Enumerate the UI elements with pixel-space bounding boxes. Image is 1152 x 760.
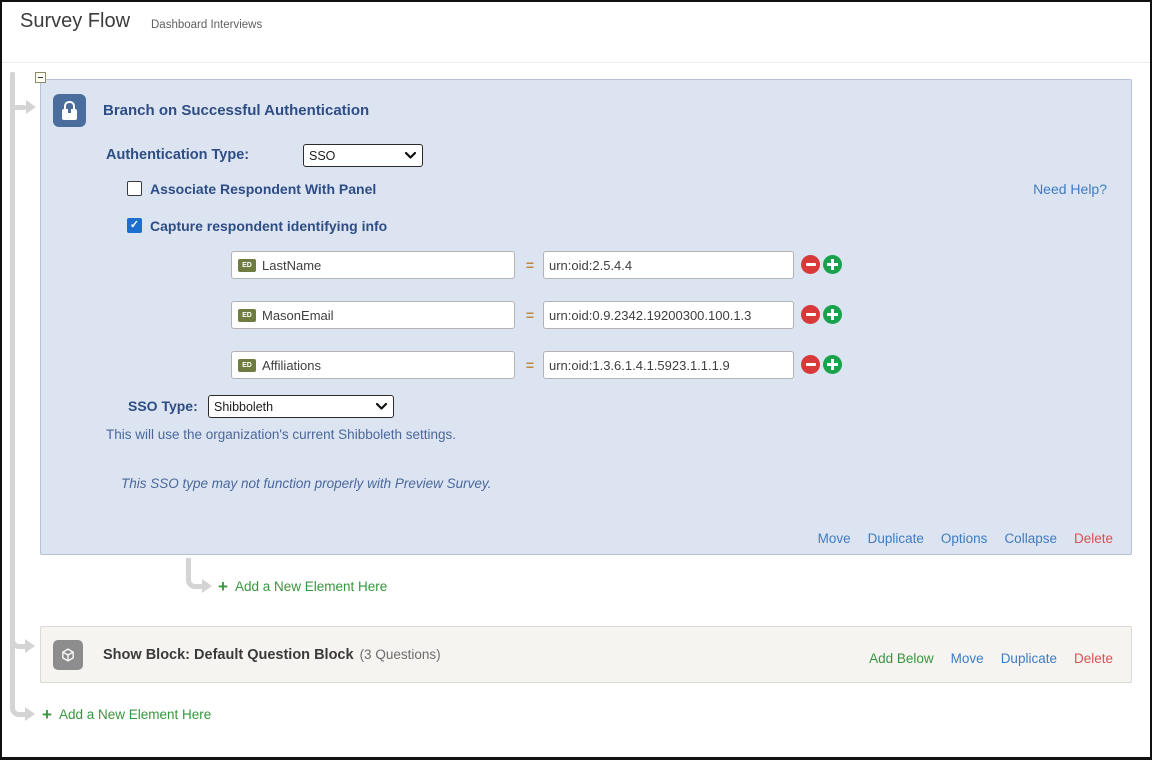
branch-element-panel: Branch on Successful Authentication Auth… <box>40 79 1132 555</box>
chevron-down-icon <box>405 152 416 159</box>
need-help-link[interactable]: Need Help? <box>1033 181 1107 197</box>
survey-flow-page: Survey Flow Dashboard Interviews Branch … <box>0 0 1152 760</box>
field-name-input[interactable]: ED Affiliations <box>231 351 515 379</box>
breadcrumb: Dashboard Interviews <box>151 19 262 31</box>
plus-icon <box>827 259 838 270</box>
authentication-type-label: Authentication Type: <box>106 147 249 163</box>
branch-collapse-toggle-icon[interactable] <box>35 72 46 83</box>
plus-icon: + <box>42 706 52 723</box>
inner-add-arrow-icon <box>202 579 212 593</box>
move-link[interactable]: Move <box>951 651 984 666</box>
show-block-question-count: (3 Questions) <box>360 647 441 662</box>
block-cube-icon <box>53 640 83 670</box>
lock-icon <box>53 94 86 127</box>
field-name-input[interactable]: ED MasonEmail <box>231 301 515 329</box>
remove-field-button[interactable] <box>801 305 820 324</box>
plus-icon <box>827 309 838 320</box>
showblock-arrow-elbow <box>10 622 25 649</box>
field-name-text: MasonEmail <box>262 308 334 323</box>
sso-note-text: This will use the organization's current… <box>106 427 456 442</box>
field-value-input[interactable] <box>543 301 794 329</box>
sso-type-select[interactable]: Shibboleth <box>208 395 394 418</box>
field-row: ED MasonEmail = <box>41 301 1131 329</box>
add-element-bottom-link[interactable]: Add a New Element Here <box>59 707 211 722</box>
sso-warning-text: This SSO type may not function properly … <box>121 476 491 491</box>
embedded-data-icon: ED <box>238 309 256 322</box>
associate-respondent-checkbox[interactable] <box>127 181 142 196</box>
remove-field-button[interactable] <box>801 355 820 374</box>
branch-actions: Move Duplicate Options Collapse Delete <box>818 531 1113 546</box>
delete-link[interactable]: Delete <box>1074 531 1113 546</box>
move-link[interactable]: Move <box>818 531 851 546</box>
branch-arrow-line <box>14 105 26 110</box>
branch-arrow-icon <box>26 100 36 114</box>
capture-info-checkbox[interactable]: ✓ <box>127 218 142 233</box>
bottom-arrow-elbow <box>10 690 25 717</box>
page-title: Survey Flow <box>20 10 130 33</box>
minus-icon <box>806 363 816 366</box>
chevron-down-icon <box>376 403 387 410</box>
equals-sign: = <box>519 357 541 373</box>
show-block-panel: Show Block: Default Question Block (3 Qu… <box>40 626 1132 683</box>
checkmark-icon: ✓ <box>130 220 139 231</box>
add-element-inner[interactable]: + Add a New Element Here <box>218 578 387 595</box>
show-block-title-row: Show Block: Default Question Block (3 Qu… <box>103 640 441 670</box>
authentication-type-select[interactable]: SSO <box>303 144 423 167</box>
field-name-text: Affiliations <box>262 358 321 373</box>
minus-icon <box>806 313 816 316</box>
remove-field-button[interactable] <box>801 255 820 274</box>
plus-icon: + <box>218 578 228 595</box>
sso-type-label: SSO Type: <box>128 398 198 414</box>
sso-type-value: Shibboleth <box>214 400 273 414</box>
associate-respondent-label: Associate Respondent With Panel <box>150 181 376 197</box>
authentication-type-value: SSO <box>309 149 335 163</box>
add-field-button[interactable] <box>823 355 842 374</box>
capture-info-label: Capture respondent identifying info <box>150 218 387 234</box>
cube-glyph <box>57 644 79 666</box>
delete-link[interactable]: Delete <box>1074 651 1113 666</box>
add-below-link[interactable]: Add Below <box>869 651 934 666</box>
field-value-input[interactable] <box>543 251 794 279</box>
equals-sign: = <box>519 307 541 323</box>
field-value-input[interactable] <box>543 351 794 379</box>
collapse-link[interactable]: Collapse <box>1004 531 1057 546</box>
duplicate-link[interactable]: Duplicate <box>868 531 924 546</box>
lock-body <box>62 109 77 120</box>
header-divider <box>2 62 1150 63</box>
show-block-actions: Add Below Move Duplicate Delete <box>869 651 1113 666</box>
field-name-text: LastName <box>262 258 321 273</box>
add-element-inner-link[interactable]: Add a New Element Here <box>235 579 387 594</box>
add-field-button[interactable] <box>823 305 842 324</box>
bottom-arrow-icon <box>25 707 35 721</box>
plus-icon <box>827 359 838 370</box>
show-block-title: Show Block: Default Question Block <box>103 647 354 663</box>
add-field-button[interactable] <box>823 255 842 274</box>
equals-sign: = <box>519 257 541 273</box>
duplicate-link[interactable]: Duplicate <box>1001 651 1057 666</box>
embedded-data-icon: ED <box>238 359 256 372</box>
minus-icon <box>806 263 816 266</box>
inner-add-arrow-elbow <box>186 558 202 589</box>
showblock-arrow-icon <box>25 639 35 653</box>
add-element-bottom[interactable]: + Add a New Element Here <box>42 706 211 723</box>
embedded-data-icon: ED <box>238 259 256 272</box>
field-row: ED Affiliations = <box>41 351 1131 379</box>
field-row: ED LastName = <box>41 251 1131 279</box>
branch-title: Branch on Successful Authentication <box>103 94 369 127</box>
options-link[interactable]: Options <box>941 531 988 546</box>
field-name-input[interactable]: ED LastName <box>231 251 515 279</box>
flow-connector-line <box>10 72 15 692</box>
